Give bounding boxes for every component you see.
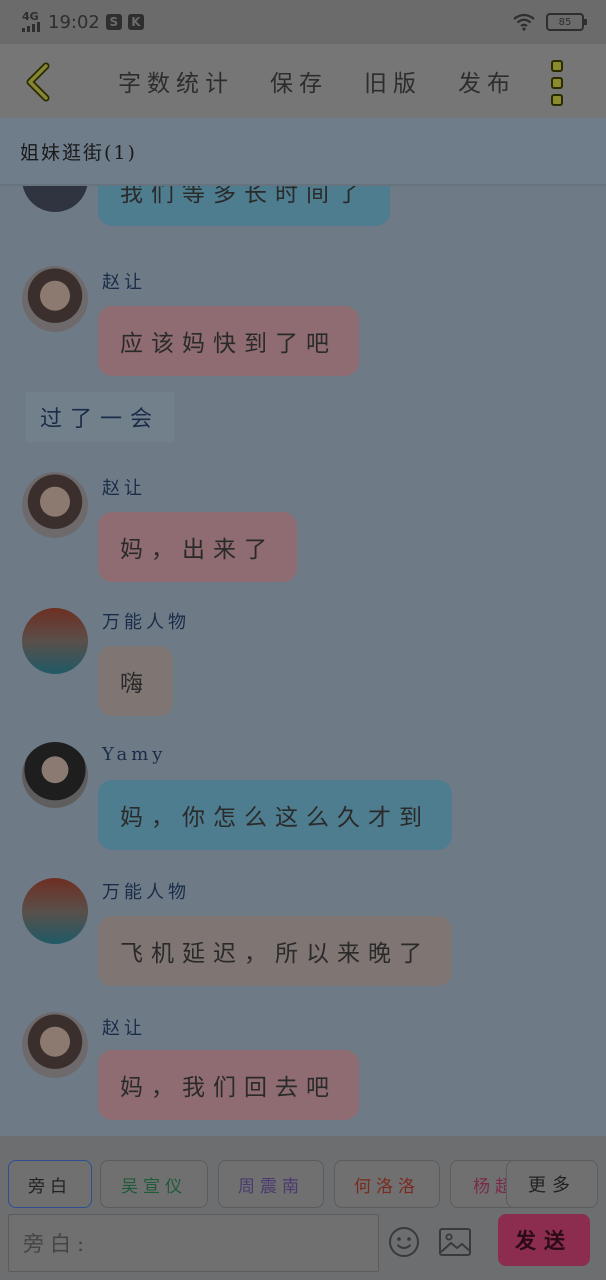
avatar: [22, 742, 88, 808]
more-characters-button[interactable]: 更多: [506, 1160, 598, 1208]
avatar: [22, 186, 88, 212]
character-chips: 旁白 吴宣仪 周震南 何洛洛 杨超 更多: [8, 1160, 598, 1208]
sender-name: Yamy: [102, 744, 167, 765]
avatar: [22, 472, 88, 538]
sender-name: 万能人物: [102, 612, 190, 633]
chat-title: 姐妹逛街(1): [0, 118, 606, 186]
sender-name: 赵让: [102, 478, 146, 499]
chevron-left-icon[interactable]: [20, 62, 60, 102]
message-bubble[interactable]: 嗨: [98, 646, 173, 716]
notification-k-icon: K: [127, 14, 144, 30]
narration-text[interactable]: 过了一会: [26, 392, 175, 442]
message-input[interactable]: 旁白:: [8, 1214, 379, 1272]
word-count-button[interactable]: 字数统计: [118, 64, 234, 98]
old-version-button[interactable]: 旧版: [364, 64, 422, 98]
avatar: [22, 878, 88, 944]
top-toolbar: 字数统计 保存 旧版 发布: [0, 44, 606, 118]
avatar: [22, 1012, 88, 1078]
send-button[interactable]: 发送: [498, 1214, 590, 1266]
notification-s-icon: S: [105, 14, 122, 30]
sender-name: 赵让: [102, 1018, 146, 1039]
sender-name: 万能人物: [102, 882, 190, 903]
battery-icon: 85: [546, 13, 587, 31]
emoji-icon[interactable]: [388, 1226, 420, 1258]
status-bar: 4G 19:02 S K 85: [0, 0, 606, 44]
avatar: [22, 266, 88, 332]
signal-bars-icon: [22, 22, 40, 32]
more-vertical-icon[interactable]: [548, 60, 566, 106]
composer: 旁白 吴宣仪 周震南 何洛洛 杨超 更多 旁白: 发送: [0, 1136, 606, 1280]
sender-name: 赵让: [102, 272, 146, 293]
battery-level: 85: [558, 16, 572, 28]
message-bubble[interactable]: 飞机延迟，所以来晚了: [98, 916, 452, 986]
signal-indicator: 4G: [22, 10, 40, 32]
character-chip-narrator[interactable]: 旁白: [8, 1160, 92, 1208]
image-icon[interactable]: [438, 1227, 472, 1257]
network-type: 4G: [22, 10, 39, 23]
message-bubble[interactable]: 应该妈快到了吧: [98, 306, 359, 376]
character-chip[interactable]: 吴宣仪: [100, 1160, 208, 1208]
character-chip[interactable]: 何洛洛: [334, 1160, 440, 1208]
message-bubble[interactable]: 妈，出来了: [98, 512, 297, 582]
message-bubble[interactable]: 妈，你怎么这么久才到: [98, 780, 452, 850]
publish-button[interactable]: 发布: [458, 64, 516, 98]
avatar: [22, 608, 88, 674]
message-bubble[interactable]: 我们等多长时间了: [98, 186, 390, 226]
message-bubble[interactable]: 妈，我们回去吧: [98, 1050, 359, 1120]
chat-area[interactable]: 我们等多长时间了 赵让 应该妈快到了吧 过了一会 赵让 妈，出来了 万能人物 嗨…: [0, 186, 606, 1136]
save-button[interactable]: 保存: [270, 64, 328, 98]
character-chip[interactable]: 周震南: [218, 1160, 324, 1208]
wifi-icon: [513, 13, 535, 31]
status-time: 19:02: [48, 11, 100, 33]
toolbar-actions: 字数统计 保存 旧版 发布: [118, 64, 516, 98]
